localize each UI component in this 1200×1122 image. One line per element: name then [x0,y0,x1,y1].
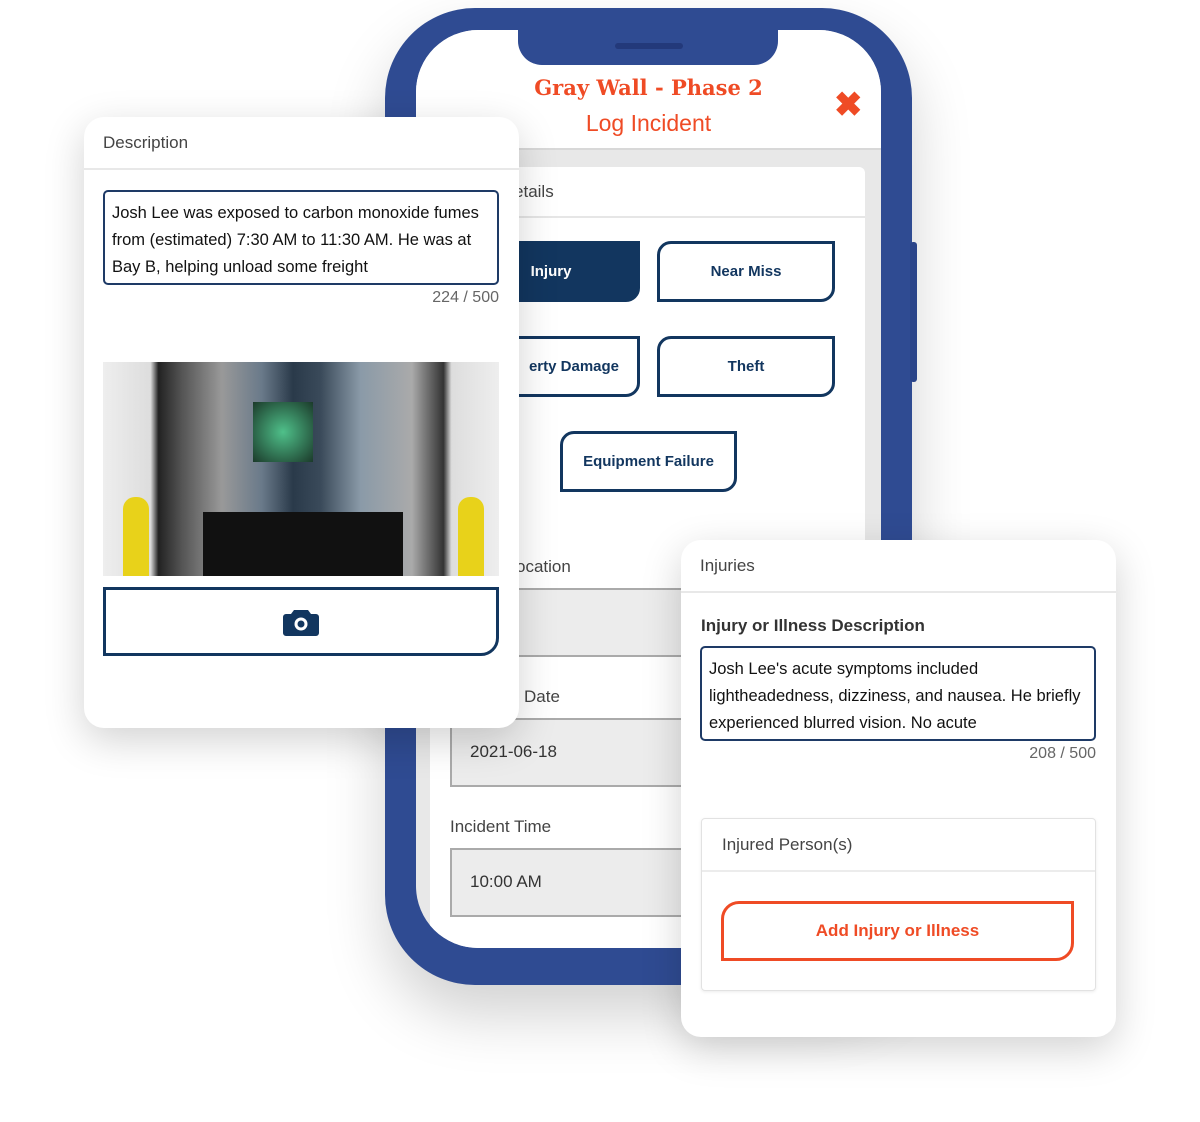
type-equipment-failure-button[interactable]: Equipment Failure [560,431,737,492]
location-label: ocation [516,557,571,576]
add-injury-button[interactable]: Add Injury or Illness [721,901,1074,961]
button-label: Near Miss [710,263,782,280]
speaker [615,43,683,49]
date-label: Date [524,687,560,706]
button-label: Theft [727,358,765,375]
char-counter: 208 / 500 [1029,745,1096,762]
field-label: Injury or Illness Description [701,616,925,635]
button-label: Injury [530,263,572,280]
injuries-card: Injuries Injury or Illness Description J… [681,540,1116,1037]
phone-notch [518,30,778,65]
description-textarea[interactable]: Josh Lee was exposed to carbon monoxide … [103,190,499,285]
description-card: Description Josh Lee was exposed to carb… [84,117,519,728]
project-title: Gray Wall - Phase 2 [534,75,763,100]
close-x-icon[interactable]: ✖ [834,88,863,122]
type-near-miss-button[interactable]: Near Miss [657,241,835,302]
incident-photo[interactable] [103,362,499,576]
button-label: Add Injury or Illness [815,921,980,940]
type-theft-button[interactable]: Theft [657,336,835,397]
button-label: erty Damage [528,358,619,375]
card-title: Injuries [681,540,1116,593]
phone-side-button [910,242,917,382]
card-title: Description [84,117,519,170]
camera-icon [283,609,319,636]
injury-description-textarea[interactable]: Josh Lee's acute symptoms included light… [700,646,1096,741]
injured-persons-section: Injured Person(s) Add Injury or Illness [701,818,1096,991]
time-label: Incident Time [450,817,552,836]
section-title: Injured Person(s) [702,819,1095,872]
add-photo-button[interactable] [103,587,499,656]
button-label: Equipment Failure [583,453,714,470]
char-counter: 224 / 500 [432,289,499,306]
